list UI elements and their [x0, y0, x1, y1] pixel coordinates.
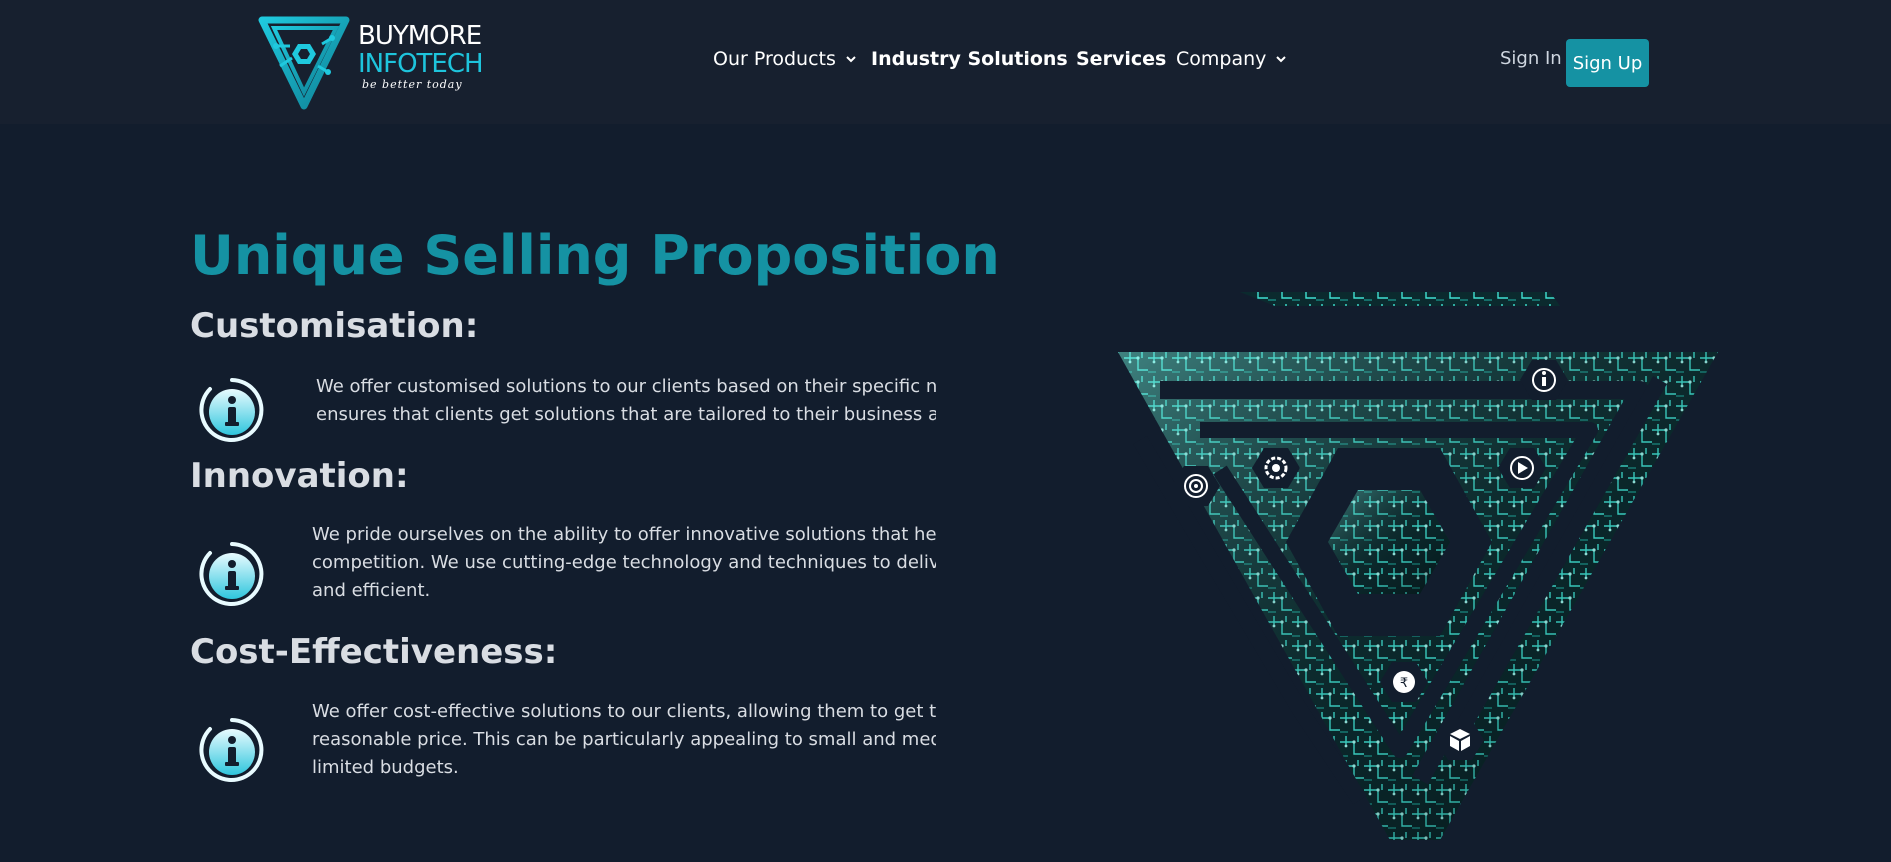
description-line: ensures that clients get solutions that …	[316, 404, 936, 425]
feature-description-innovation: We pride ourselves on the ability to off…	[312, 521, 936, 605]
brand-tagline: be better today	[362, 78, 463, 91]
top-navbar: BUYMORE INFOTECH be better today Our Pro…	[0, 0, 1891, 124]
nav-item-services[interactable]: Services	[1076, 48, 1166, 70]
description-line: competition. We use cutting-edge technol…	[312, 552, 936, 573]
chevron-down-icon	[1276, 56, 1287, 63]
nav-item-company[interactable]: Company	[1176, 48, 1287, 70]
feature-heading-customisation: Customisation:	[190, 306, 479, 346]
description-line: We pride ourselves on the ability to off…	[312, 524, 936, 545]
circuit-triangle-illustration: ₹	[1118, 292, 1718, 840]
nav-item-label: Services	[1076, 48, 1167, 70]
description-line: We offer cost-effective solutions to our…	[312, 701, 936, 722]
chevron-down-icon	[846, 56, 856, 63]
feature-description-cost-effectiveness: We offer cost-effective solutions to our…	[312, 698, 936, 782]
svg-text:₹: ₹	[1400, 676, 1408, 691]
feature-heading-cost-effectiveness: Cost-Effectiveness:	[190, 632, 558, 672]
description-line: and efficient.	[312, 580, 431, 601]
sign-up-button[interactable]: Sign Up	[1566, 39, 1649, 87]
page-title: Unique Selling Proposition	[190, 224, 1000, 287]
brand-name-line1: BUYMORE	[358, 21, 482, 51]
feature-heading-innovation: Innovation:	[190, 456, 409, 496]
nav-item-label: Our Products	[713, 48, 836, 70]
sign-in-link[interactable]: Sign In	[1500, 48, 1562, 69]
nav-item-label: Industry Solutions	[871, 48, 1068, 70]
description-line: limited budgets.	[312, 757, 459, 778]
info-icon	[199, 718, 264, 782]
info-icon	[199, 378, 264, 442]
description-line: reasonable price. This can be particular…	[312, 729, 936, 750]
nav-item-industry-solutions[interactable]: Industry Solutions	[871, 48, 1068, 70]
nav-item-label: Company	[1176, 48, 1267, 70]
info-icon	[199, 542, 264, 606]
feature-description-customisation: We offer customised solutions to our cli…	[316, 373, 936, 429]
nav-item-our-products[interactable]: Our Products	[713, 48, 856, 70]
description-line: We offer customised solutions to our cli…	[316, 376, 936, 397]
